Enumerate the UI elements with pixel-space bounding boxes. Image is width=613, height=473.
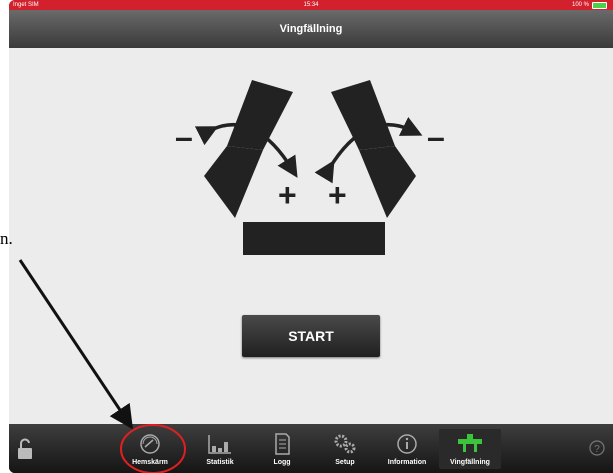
tab-information[interactable]: Information xyxy=(376,429,438,469)
info-icon xyxy=(397,434,417,454)
tab-label: Logg xyxy=(273,459,291,466)
gauge-icon xyxy=(140,434,160,454)
main-content: – – + + START xyxy=(9,48,613,424)
machine-base xyxy=(243,222,385,255)
unlock-icon[interactable] xyxy=(17,438,33,460)
gears-icon xyxy=(334,434,356,454)
right-plus-sign: + xyxy=(328,177,347,213)
battery-label: 100 % xyxy=(571,2,589,8)
tab-statistik[interactable]: Statistik xyxy=(189,429,251,469)
navigation-bar: Vingfällning xyxy=(9,10,613,49)
clock: 15:34 xyxy=(303,2,319,8)
wing-fold-diagram: – – + + xyxy=(175,80,445,255)
tab-label: Statistik xyxy=(206,459,234,466)
right-wing-lower xyxy=(359,146,416,218)
annotation-text: n. xyxy=(0,229,13,248)
help-symbol: ? xyxy=(594,444,600,455)
ipad-screen: Inget SIM 15:34 100 % Vingfällning – – +… xyxy=(9,0,613,473)
left-wing-lower xyxy=(204,146,263,218)
tab-label: Vingfällning xyxy=(450,459,490,466)
left-minus-sign: – xyxy=(175,119,193,155)
document-icon xyxy=(275,433,290,455)
status-bar: Inget SIM 15:34 100 % xyxy=(9,0,613,10)
battery-status: 100 % xyxy=(572,0,607,10)
tab-setup[interactable]: Setup xyxy=(314,429,376,469)
tab-label: Setup xyxy=(335,459,355,466)
left-wing-upper xyxy=(227,80,293,150)
right-minus-sign: – xyxy=(427,119,445,155)
left-plus-sign: + xyxy=(278,177,297,213)
right-wing-upper xyxy=(331,80,395,150)
start-button[interactable]: START xyxy=(242,315,380,357)
tab-logg[interactable]: Logg xyxy=(251,429,313,469)
bar-chart-icon xyxy=(208,435,231,454)
help-icon[interactable]: ? xyxy=(589,440,605,456)
tab-vingfallning[interactable]: Vingfällning xyxy=(439,429,501,469)
tab-bar: Hemskärm Statistik Logg Setup Informatio… xyxy=(9,424,613,473)
battery-icon xyxy=(592,1,607,9)
tab-label: Hemskärm xyxy=(132,459,168,466)
wing-fold-icon xyxy=(458,434,482,452)
tab-label: Information xyxy=(387,459,427,466)
tab-hemskarm[interactable]: Hemskärm xyxy=(119,429,181,469)
page-title: Vingfällning xyxy=(279,23,343,35)
